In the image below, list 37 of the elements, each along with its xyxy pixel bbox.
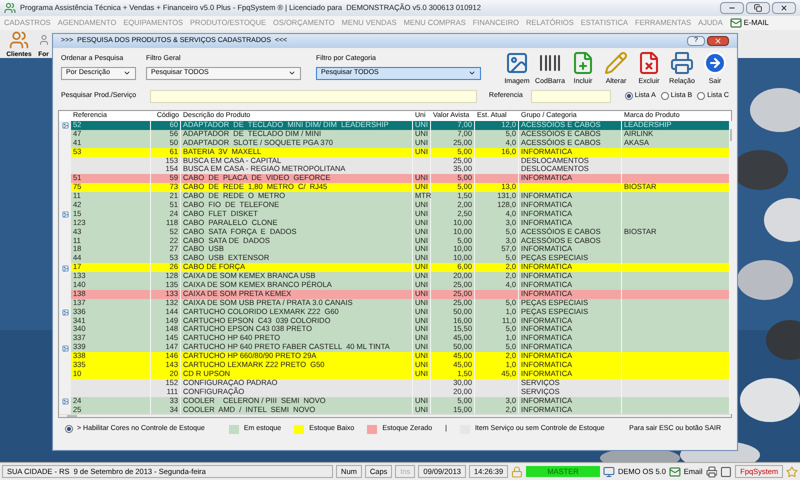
close-icon [714,37,722,45]
caret-icon [288,69,296,77]
file-x-icon [637,51,661,75]
file-plus-icon [571,51,595,75]
image-icon [60,122,70,130]
image-icon [60,398,70,406]
window-icon [720,466,732,478]
horizontal-scrollbar[interactable] [59,414,731,418]
printer-icon [706,466,718,478]
restore-icon [754,4,762,12]
image-icon [505,51,529,75]
image-icon [60,264,70,272]
vertical-scrollbar[interactable] [730,121,732,414]
image-icon [60,309,70,316]
restore-button[interactable] [746,2,770,14]
close-icon [780,4,788,12]
caret-icon [123,69,131,77]
reference-field[interactable] [530,90,611,102]
lock-icon [511,466,524,478]
search-field[interactable] [150,90,477,102]
scroll-thumb[interactable] [67,415,77,418]
close-button[interactable] [772,2,796,14]
image-icon [60,211,70,218]
mail-icon [730,17,742,29]
mail-icon [668,466,681,478]
monitor-icon [603,466,615,478]
radio-button[interactable] [65,425,73,434]
printer-icon [670,51,694,75]
image-icon [60,344,70,352]
pencil-icon [604,51,628,75]
scroll-thumb[interactable] [730,129,732,141]
app-icon [4,2,16,14]
caret-icon [468,69,476,77]
people-icon [9,30,29,50]
arrow-right-icon [703,51,727,75]
close-button[interactable] [707,36,729,46]
star-icon [786,466,798,478]
